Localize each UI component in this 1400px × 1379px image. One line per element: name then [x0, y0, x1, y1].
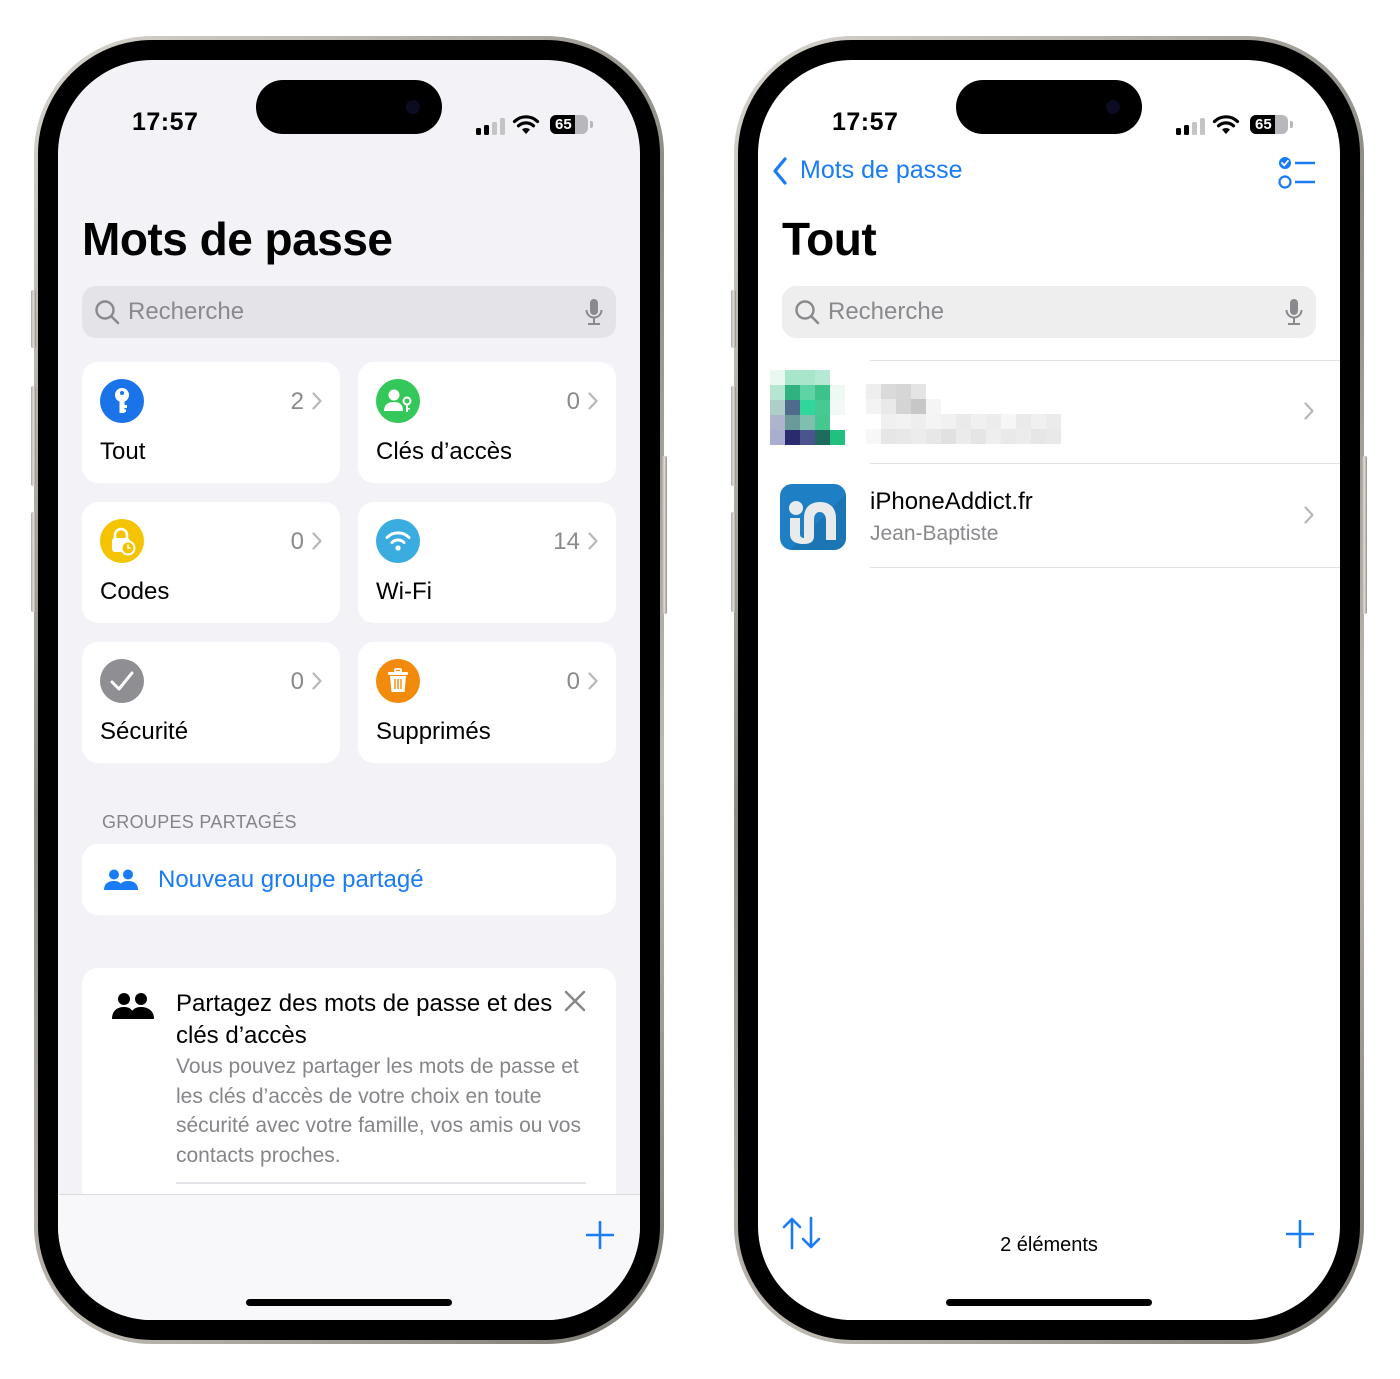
bottom-toolbar: 2 éléments	[758, 1194, 1340, 1320]
volume-down-button	[731, 512, 736, 612]
category-cles-dacces[interactable]: 0 Clés d’accès	[358, 362, 616, 483]
chevron-right-icon	[588, 392, 598, 410]
signal-icon	[476, 118, 506, 135]
item-count: 2 éléments	[1000, 1234, 1098, 1256]
promo-title: Partagez des mots de passe et des clés d…	[176, 990, 553, 1049]
category-label: Clés d’accès	[376, 438, 513, 465]
trash-icon	[376, 659, 420, 703]
page-title: Tout	[782, 213, 877, 265]
category-count: 0	[566, 388, 580, 415]
item-subtitle: Jean-Baptiste	[870, 522, 999, 545]
action-button	[731, 290, 736, 348]
category-wifi[interactable]: 14 Wi-Fi	[358, 502, 616, 623]
category-label: Codes	[100, 578, 170, 605]
shared-groups-header: GROUPES PARTAGÉS	[102, 812, 297, 832]
category-count: 0	[290, 668, 304, 695]
battery-percent: 65	[1255, 116, 1272, 133]
category-label: Sécurité	[100, 718, 189, 745]
status-time: 17:57	[832, 108, 899, 136]
signal-icon	[1176, 118, 1206, 135]
wifi-status-icon	[1212, 115, 1240, 134]
search-icon	[795, 300, 820, 325]
lock-clock-icon	[100, 519, 144, 563]
category-label: Wi-Fi	[376, 578, 432, 605]
search-input[interactable]: Recherche	[82, 286, 616, 338]
wifi-icon	[376, 519, 420, 563]
divider	[176, 1182, 586, 1184]
chevron-right-icon	[312, 672, 322, 690]
side-button	[1362, 456, 1367, 614]
battery-icon: 65	[550, 115, 588, 134]
list-item[interactable]: iPhoneAddict.fr Jean-Baptiste	[758, 464, 1340, 568]
category-count: 0	[566, 668, 580, 695]
search-placeholder: Recherche	[128, 298, 245, 325]
back-button[interactable]: Mots de passe	[772, 156, 963, 185]
screen-all-passwords: 17:57 65 Mots de passe Tout Recherche iP…	[758, 60, 1340, 1320]
close-icon[interactable]	[564, 990, 586, 1012]
dynamic-island	[256, 80, 442, 134]
search-input[interactable]: Recherche	[782, 286, 1316, 338]
checkmark-icon	[100, 659, 144, 703]
chevron-right-icon	[1304, 506, 1314, 524]
list-item[interactable]	[758, 360, 1340, 464]
bottom-toolbar	[58, 1194, 640, 1320]
side-button	[662, 456, 667, 614]
promo-body: Vous pouvez partager les mots de passe e…	[176, 1055, 581, 1167]
person-key-icon	[376, 379, 420, 423]
category-count: 2	[290, 388, 304, 415]
category-grid: 2 Tout 0 Clés d’accès 0 Codes 14 Wi-Fi 0…	[82, 362, 616, 763]
screen-passwords-home: 17:57 65 Mots de passe Recherche 2 Tout …	[58, 60, 640, 1320]
add-icon[interactable]	[586, 1221, 614, 1249]
people-icon	[112, 993, 154, 1019]
chevron-right-icon	[588, 532, 598, 550]
phone-left: 17:57 65 Mots de passe Recherche 2 Tout …	[31, 36, 667, 1344]
volume-down-button	[31, 512, 36, 612]
search-placeholder: Recherche	[828, 298, 945, 325]
battery-percent: 65	[555, 116, 572, 133]
key-icon	[100, 379, 144, 423]
status-bar: 17:57 65	[758, 60, 1340, 150]
back-label: Mots de passe	[800, 156, 963, 184]
dynamic-island	[956, 80, 1142, 134]
people-icon	[104, 869, 138, 890]
redacted-app-icon	[770, 370, 845, 445]
home-indicator[interactable]	[946, 1299, 1152, 1306]
chevron-left-icon	[773, 156, 787, 185]
volume-up-button	[731, 386, 736, 486]
status-time: 17:57	[132, 108, 199, 136]
category-codes[interactable]: 0 Codes	[82, 502, 340, 623]
new-shared-group-button[interactable]: Nouveau groupe partagé	[82, 844, 616, 915]
home-indicator[interactable]	[246, 1299, 452, 1306]
item-title: iPhoneAddict.fr	[870, 488, 1033, 515]
select-list-icon[interactable]	[1278, 156, 1316, 190]
category-supprimes[interactable]: 0 Supprimés	[358, 642, 616, 763]
password-list: iPhoneAddict.fr Jean-Baptiste	[758, 360, 1340, 568]
status-bar: 17:57 65	[58, 60, 640, 150]
category-label: Tout	[100, 438, 146, 465]
chevron-right-icon	[588, 672, 598, 690]
microphone-icon[interactable]	[584, 298, 604, 326]
add-icon[interactable]	[1286, 1220, 1314, 1248]
sharing-promo-card: Partagez des mots de passe et des clés d…	[82, 968, 616, 1208]
category-count: 14	[553, 528, 580, 555]
category-count: 0	[290, 528, 304, 555]
search-icon	[95, 300, 120, 325]
page-title: Mots de passe	[82, 213, 393, 265]
microphone-icon[interactable]	[1284, 298, 1304, 326]
action-button	[31, 290, 36, 348]
category-label: Supprimés	[376, 718, 491, 745]
battery-icon: 65	[1250, 115, 1288, 134]
new-shared-group-label: Nouveau groupe partagé	[158, 865, 424, 893]
volume-up-button	[31, 386, 36, 486]
category-tout[interactable]: 2 Tout	[82, 362, 340, 483]
chevron-right-icon	[312, 532, 322, 550]
redacted-text	[866, 384, 1061, 444]
category-securite[interactable]: 0 Sécurité	[82, 642, 340, 763]
chevron-right-icon	[312, 392, 322, 410]
phone-right: 17:57 65 Mots de passe Tout Recherche iP…	[731, 36, 1367, 1344]
wifi-status-icon	[512, 115, 540, 134]
iphoneaddict-app-icon	[780, 484, 846, 550]
chevron-right-icon	[1304, 402, 1314, 420]
